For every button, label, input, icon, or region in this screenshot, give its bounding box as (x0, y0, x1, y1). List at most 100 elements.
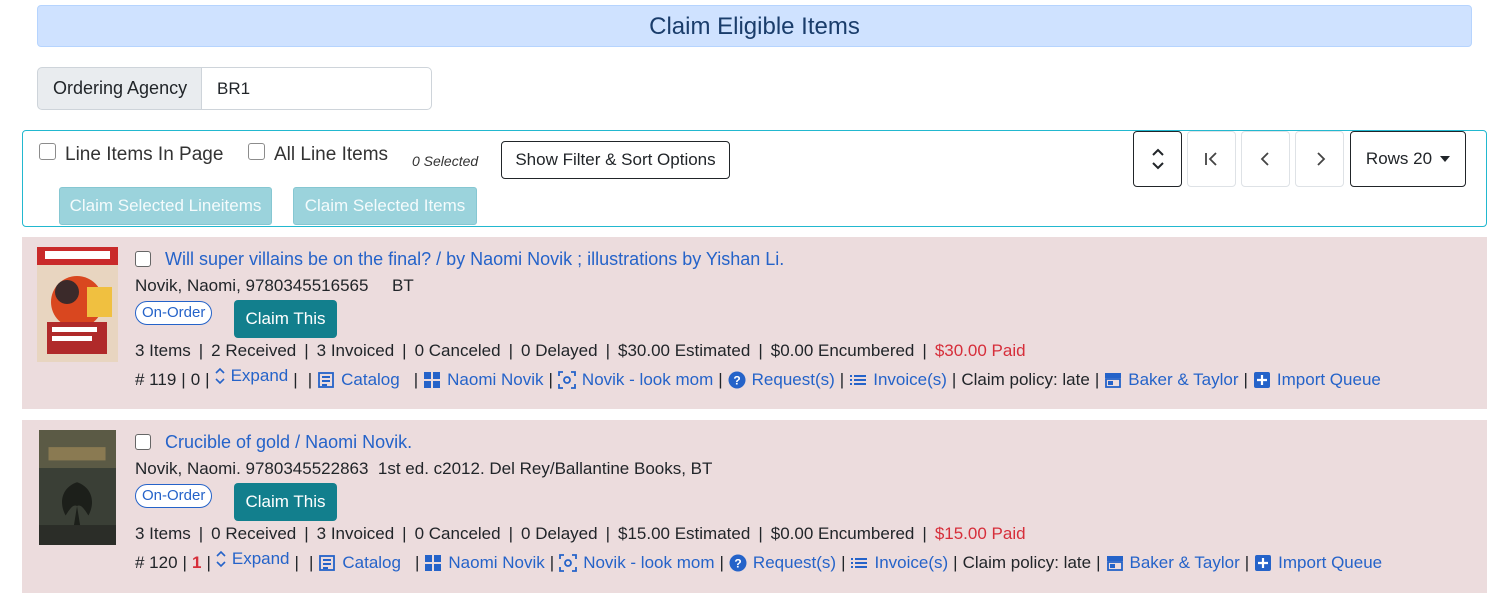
encumbered-amount: $0.00 Encumbered (770, 524, 915, 543)
previous-page-button[interactable] (1241, 131, 1290, 187)
ordering-agency-input[interactable] (201, 67, 432, 110)
list-icon (851, 558, 868, 568)
requests-link[interactable]: ? Request(s) (728, 370, 835, 390)
item-links: # 119 | 0 | Expand | | Catalog | Naomi Novik… (135, 366, 1381, 390)
received-count: 0 Received (211, 524, 297, 543)
claim-selected-items-button[interactable]: Claim Selected Items (293, 187, 477, 225)
items-count: 3 Items (135, 341, 191, 360)
vendor-link[interactable]: Baker & Taylor (1106, 553, 1240, 573)
page-title: Claim Eligible Items (37, 5, 1472, 47)
catalog-link[interactable]: Catalog (318, 553, 401, 573)
import-queue-link[interactable]: Import Queue (1253, 370, 1381, 390)
all-line-items-label: All Line Items (274, 144, 389, 165)
first-page-button[interactable] (1187, 131, 1236, 187)
first-page-icon (1204, 152, 1217, 166)
invoices-label: Invoice(s) (873, 370, 947, 389)
claim-this-button[interactable]: Claim This (234, 300, 337, 338)
item-author-line: Novik, Naomi. 9780345522863 1st ed. c201… (135, 459, 713, 478)
item-title-link[interactable]: Will super villains be on the final? / b… (165, 249, 784, 270)
status-badge: On-Order (135, 484, 213, 508)
catalog-label: Catalog (341, 370, 400, 389)
estimated-amount: $30.00 Estimated (618, 341, 751, 360)
search-label: Novik - look mom (581, 370, 714, 389)
paid-amount: $30.00 Paid (934, 341, 1026, 360)
search-link[interactable]: Novik - look mom (558, 370, 713, 390)
vendor-label: Baker & Taylor (1129, 553, 1240, 572)
invoices-link[interactable]: Invoice(s) (849, 370, 947, 390)
store-icon (1106, 556, 1123, 571)
canceled-count: 0 Canceled (414, 341, 501, 360)
add-box-icon (1253, 372, 1270, 388)
next-page-button[interactable] (1295, 131, 1344, 187)
chevron-up-down-icon (1151, 148, 1164, 170)
book-cover-image (37, 247, 118, 362)
show-filter-sort-button[interactable]: Show Filter & Sort Options (501, 141, 730, 179)
item-number: # 120 (135, 553, 178, 572)
author-link[interactable]: Naomi Novik (423, 370, 544, 390)
import-queue-link[interactable]: Import Queue (1254, 553, 1382, 573)
item-count: 0 (190, 370, 201, 389)
catalog-label: Catalog (342, 553, 401, 572)
author-label: Naomi Novik (448, 553, 545, 572)
item-stats: 3 Items | 0 Received | 3 Invoiced | 0 Canceled… (135, 524, 1026, 543)
expand-link[interactable]: Expand (215, 366, 289, 386)
invoices-link[interactable]: Invoice(s) (850, 553, 948, 573)
expand-label: Expand (231, 549, 290, 568)
item-title-link[interactable]: Crucible of gold / Naomi Novik. (165, 432, 412, 453)
invoices-label: Invoice(s) (874, 553, 949, 572)
delayed-count: 0 Delayed (521, 341, 598, 360)
search-label: Novik - look mom (583, 553, 715, 572)
claim-item-row: Crucible of gold / Naomi Novik. Novik, N… (22, 420, 1487, 593)
add-box-icon (1255, 555, 1272, 571)
svg-text:?: ? (734, 557, 741, 571)
item-stats: 3 Items | 2 Received | 3 Invoiced | 0 Canceled… (135, 341, 1026, 360)
chevron-right-icon (1316, 152, 1325, 166)
line-items-in-page-checkbox[interactable] (39, 143, 56, 160)
vendor-label: Baker & Taylor (1128, 370, 1239, 389)
expand-link[interactable]: Expand (216, 549, 290, 569)
expand-collapse-button[interactable] (1133, 131, 1182, 187)
chevron-up-down-icon (215, 367, 225, 385)
claim-item-row: Will super villains be on the final? / b… (22, 237, 1487, 409)
claim-policy-text: Claim policy: late (961, 370, 1090, 389)
status-badge: On-Order (135, 301, 213, 325)
svg-text:?: ? (733, 374, 740, 388)
list-icon (850, 375, 867, 385)
vendor-link[interactable]: Baker & Taylor (1104, 370, 1238, 390)
item-number: # 119 (135, 370, 177, 389)
catalog-icon (319, 555, 336, 571)
author-icon (424, 372, 441, 388)
claim-this-button[interactable]: Claim This (234, 483, 337, 521)
book-cover-image (39, 430, 116, 545)
catalog-icon (318, 372, 335, 388)
rows-per-page-label: Rows 20 (1365, 149, 1433, 168)
requests-label: Request(s) (752, 553, 837, 572)
author-link[interactable]: Naomi Novik (424, 553, 545, 573)
search-link[interactable]: Novik - look mom (559, 553, 715, 573)
requests-label: Request(s) (751, 370, 835, 389)
chevron-up-down-icon (216, 550, 226, 568)
chevron-left-icon (1260, 152, 1269, 166)
delayed-count: 0 Delayed (521, 524, 598, 543)
rows-per-page-dropdown[interactable]: Rows 20 (1350, 131, 1466, 187)
focus-search-icon (558, 371, 576, 389)
import-queue-label: Import Queue (1276, 370, 1381, 389)
question-icon: ? (728, 371, 746, 389)
caret-down-icon (1440, 156, 1451, 162)
store-icon (1105, 373, 1122, 388)
requests-link[interactable]: ? Request(s) (729, 553, 836, 573)
selected-count: 0 Selected (412, 153, 479, 169)
catalog-link[interactable]: Catalog (317, 370, 400, 390)
item-select-checkbox[interactable] (135, 434, 151, 450)
claim-selected-lineitems-button[interactable]: Claim Selected Lineitems (59, 187, 272, 225)
ordering-agency-label: Ordering Agency (37, 67, 202, 110)
expand-label: Expand (230, 366, 289, 385)
selection-toolbar: Line Items In Page All Line Items 0 Sele… (22, 130, 1487, 227)
items-count: 3 Items (135, 524, 191, 543)
line-items-in-page-label: Line Items In Page (65, 144, 224, 165)
all-line-items-checkbox[interactable] (248, 143, 265, 160)
estimated-amount: $15.00 Estimated (618, 524, 751, 543)
item-select-checkbox[interactable] (135, 251, 151, 267)
focus-search-icon (559, 554, 578, 572)
author-label: Naomi Novik (447, 370, 544, 389)
